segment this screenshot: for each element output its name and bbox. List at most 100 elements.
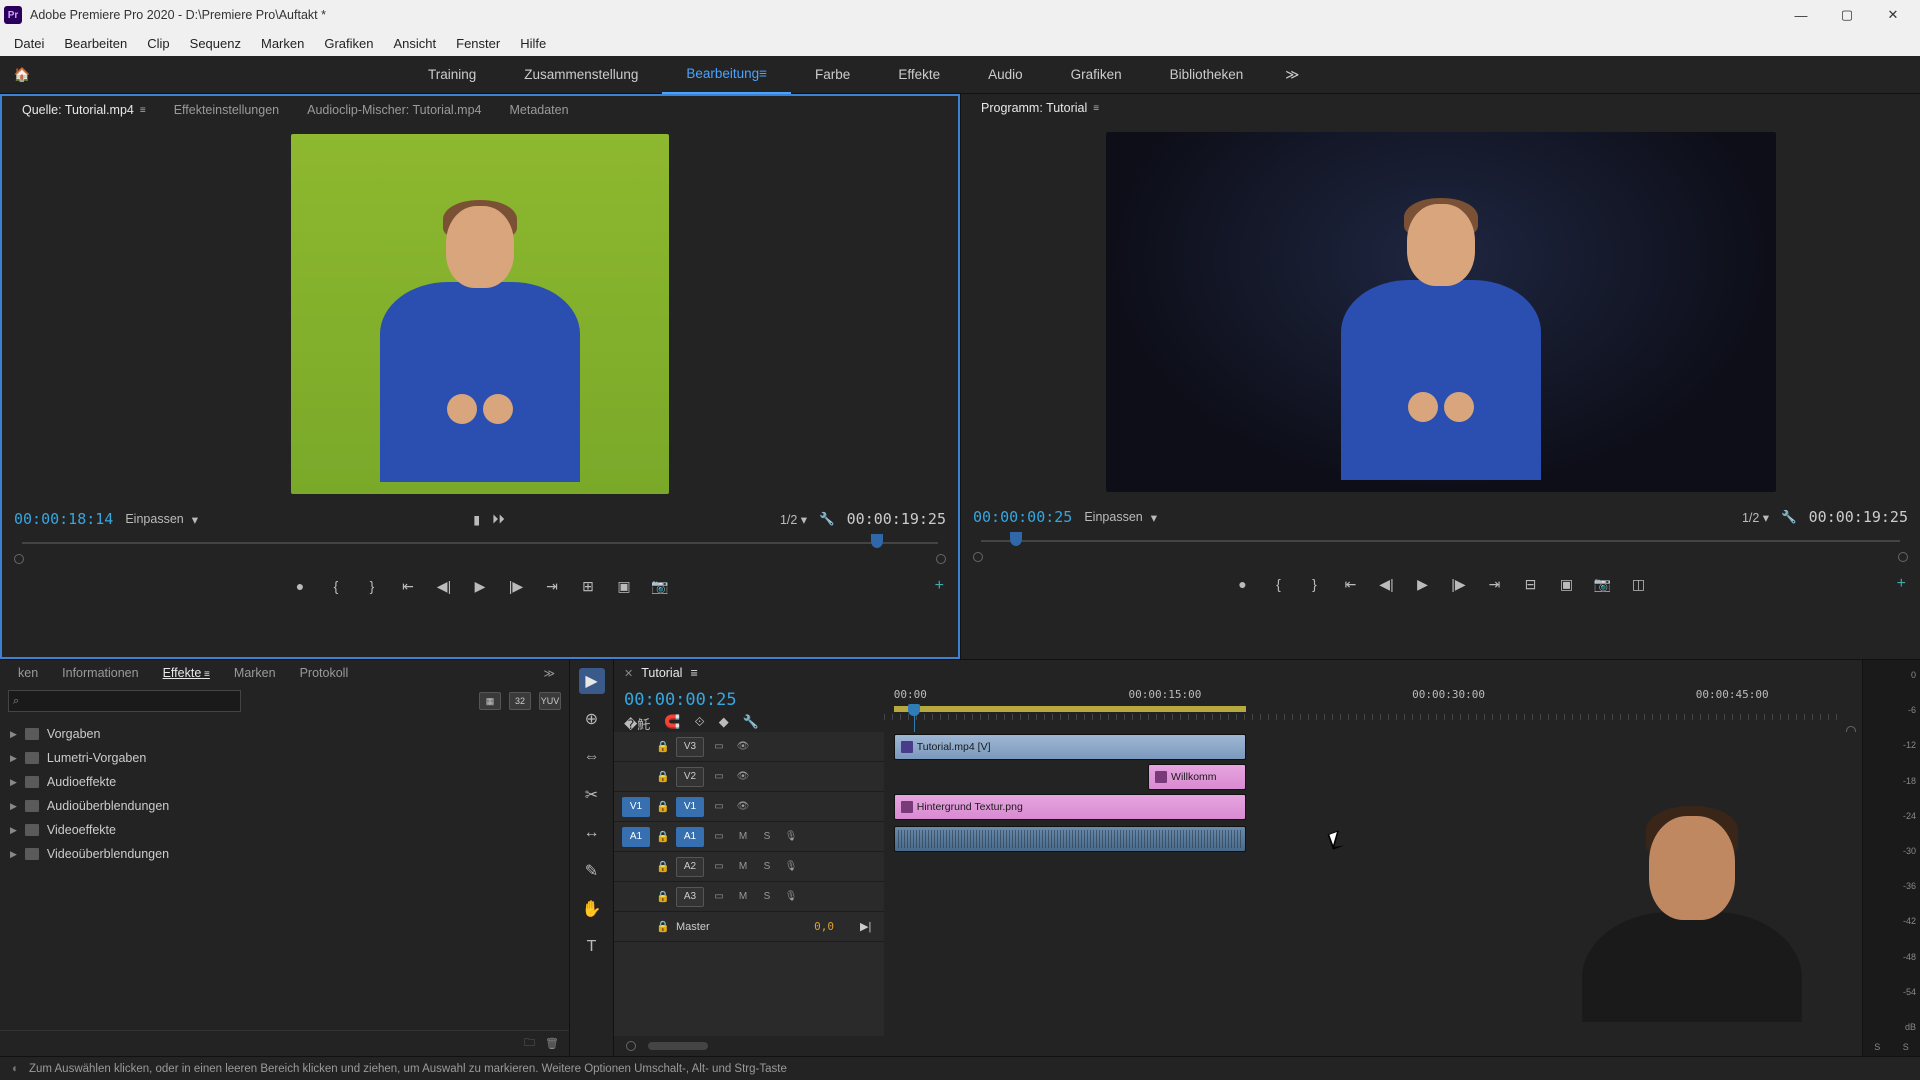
mark-out-icon[interactable]: } — [1306, 576, 1324, 592]
fx-badge-3[interactable]: YUV — [539, 692, 561, 710]
tool-5[interactable]: ✎ — [579, 858, 605, 884]
program-timecode[interactable]: 00:00:00:25 — [973, 508, 1072, 526]
source-fit[interactable]: Einpassen ▾ — [125, 512, 198, 527]
overwrite-icon[interactable]: ▣ — [615, 578, 633, 595]
workspace-bibliotheken[interactable]: Bibliotheken — [1146, 56, 1268, 94]
program-settings-icon[interactable]: 🔧 — [1781, 510, 1797, 525]
fx-folder-audioeffekte[interactable]: ▶Audioeffekte — [10, 770, 559, 794]
go-in-icon[interactable]: ⇤ — [1342, 576, 1360, 593]
fx-folder-videoüberblendungen[interactable]: ▶Videoüberblendungen — [10, 842, 559, 866]
play-icon[interactable]: ▶ — [471, 578, 489, 595]
source-zoom-left[interactable] — [14, 554, 24, 564]
fx-tab-4[interactable]: Protokoll — [288, 666, 361, 680]
panel-menu-icon[interactable]: ≡ — [690, 666, 697, 680]
step-fwd-icon[interactable]: |▶ — [507, 578, 525, 595]
tool-3[interactable]: ✂ — [579, 782, 605, 808]
delete-icon[interactable]: 🗑 — [545, 1037, 559, 1050]
program-zoom-right[interactable] — [1898, 552, 1908, 562]
tool-7[interactable]: T — [579, 934, 605, 960]
track-header-A1[interactable]: A1🔒A1▭MS🎙 — [614, 822, 884, 852]
program-scrubber[interactable] — [973, 532, 1908, 550]
timeline-timecode[interactable]: 00:00:00:25 — [624, 690, 874, 710]
source-scrubber[interactable] — [14, 534, 946, 552]
tl-toggle-3[interactable]: ◆ — [719, 714, 729, 733]
program-zoom-left[interactable] — [973, 552, 983, 562]
source-tab-3[interactable]: Metadaten — [495, 96, 582, 124]
program-quality[interactable]: 1/2 ▾ — [1742, 510, 1769, 525]
fx-folder-vorgaben[interactable]: ▶Vorgaben — [10, 722, 559, 746]
comparison-icon[interactable]: ◫ — [1630, 576, 1648, 593]
tl-zoom-left[interactable] — [626, 1041, 636, 1051]
track-header-A3[interactable]: 🔒A3▭MS🎙 — [614, 882, 884, 912]
track-header-A2[interactable]: 🔒A2▭MS🎙 — [614, 852, 884, 882]
menu-bearbeiten[interactable]: Bearbeiten — [54, 33, 137, 54]
program-tab[interactable]: Programm: Tutorial≡ — [967, 94, 1113, 122]
tool-4[interactable]: ↔ — [579, 820, 605, 846]
go-out-icon[interactable]: ⇥ — [1486, 576, 1504, 593]
clip[interactable] — [894, 826, 1246, 852]
add-marker-icon[interactable]: ● — [1234, 576, 1252, 592]
tool-1[interactable]: ⊕ — [579, 706, 605, 732]
insert-icon[interactable]: ⊞ — [579, 578, 597, 595]
clip[interactable]: Tutorial.mp4 [V] — [894, 734, 1246, 760]
fx-tab-3[interactable]: Marken — [222, 666, 288, 680]
add-marker-icon[interactable]: ● — [291, 578, 309, 594]
fx-folder-videoeffekte[interactable]: ▶Videoeffekte — [10, 818, 559, 842]
close-button[interactable]: ✕ — [1870, 0, 1916, 30]
source-settings-icon[interactable]: 🔧 — [819, 512, 835, 527]
fx-overflow-icon[interactable]: ≫ — [535, 667, 563, 680]
tool-0[interactable]: ▶ — [579, 668, 605, 694]
workspace-training[interactable]: Training — [404, 56, 500, 94]
lift-icon[interactable]: ⊟ — [1522, 576, 1540, 593]
tool-6[interactable]: ✋ — [579, 896, 605, 922]
fx-tab-2[interactable]: Effekte ≡ — [151, 666, 222, 680]
track-header-V3[interactable]: 🔒V3▭👁 — [614, 732, 884, 762]
program-fit[interactable]: Einpassen ▾ — [1084, 510, 1157, 525]
source-tab-2[interactable]: Audioclip-Mischer: Tutorial.mp4 — [293, 96, 495, 124]
export-frame-icon[interactable]: 📷 — [651, 578, 669, 595]
clip[interactable]: Hintergrund Textur.png — [894, 794, 1246, 820]
timeline-ruler[interactable]: 00:0000:00:15:0000:00:30:0000:00:45:00 — [884, 686, 1862, 732]
fx-badge-2[interactable]: 32 — [509, 692, 531, 710]
menu-clip[interactable]: Clip — [137, 33, 179, 54]
source-video-area[interactable] — [2, 124, 958, 504]
menu-hilfe[interactable]: Hilfe — [510, 33, 556, 54]
tl-toggle-0[interactable]: �魠 — [624, 714, 650, 733]
step-back-icon[interactable]: ◀| — [1378, 576, 1396, 593]
step-fwd-icon[interactable]: |▶ — [1450, 576, 1468, 593]
menu-marken[interactable]: Marken — [251, 33, 314, 54]
source-timecode[interactable]: 00:00:18:14 — [14, 510, 113, 528]
go-in-icon[interactable]: ⇤ — [399, 578, 417, 595]
menu-datei[interactable]: Datei — [4, 33, 54, 54]
mark-out-icon[interactable]: } — [363, 578, 381, 594]
tl-toggle-4[interactable]: 🔧 — [743, 714, 759, 733]
workspace-bearbeitung[interactable]: Bearbeitung ≡ — [662, 56, 791, 94]
new-bin-icon[interactable]: 🗀 — [524, 1034, 535, 1053]
menu-sequenz[interactable]: Sequenz — [180, 33, 251, 54]
clip[interactable]: Willkomm — [1148, 764, 1246, 790]
fx-folder-lumetri-vorgaben[interactable]: ▶Lumetri-Vorgaben — [10, 746, 559, 770]
effects-search-input[interactable]: ⌕ — [8, 690, 241, 712]
effects-tree[interactable]: ▶Vorgaben▶Lumetri-Vorgaben▶Audioeffekte ▶… — [0, 716, 569, 1030]
sequence-tab[interactable]: Tutorial — [641, 666, 682, 680]
workspace-audio[interactable]: Audio — [964, 56, 1047, 94]
workspace-effekte[interactable]: Effekte — [874, 56, 964, 94]
play-icon[interactable]: ▶ — [1414, 576, 1432, 593]
workspace-farbe[interactable]: Farbe — [791, 56, 874, 94]
workspace-zusammenstellung[interactable]: Zusammenstellung — [500, 56, 662, 94]
go-out-icon[interactable]: ⇥ — [543, 578, 561, 595]
source-tab-0[interactable]: Quelle: Tutorial.mp4≡ — [8, 96, 160, 124]
panel-menu-icon[interactable]: ≡ — [1093, 103, 1099, 114]
track-master[interactable]: 🔒Master0,0▶| — [614, 912, 884, 942]
menu-grafiken[interactable]: Grafiken — [314, 33, 383, 54]
source-zoom-right[interactable] — [936, 554, 946, 564]
tl-scrollbar[interactable] — [648, 1042, 708, 1050]
fx-badge-1[interactable]: ▦ — [479, 692, 501, 710]
tl-toggle-2[interactable]: ⟐ — [695, 714, 705, 733]
menu-ansicht[interactable]: Ansicht — [383, 33, 446, 54]
button-editor-icon[interactable]: + — [1897, 575, 1906, 593]
workspace-grafiken[interactable]: Grafiken — [1047, 56, 1146, 94]
close-seq-icon[interactable]: ✕ — [624, 667, 633, 680]
button-editor-icon[interactable]: + — [935, 577, 944, 595]
export-frame-icon[interactable]: 📷 — [1594, 576, 1612, 593]
